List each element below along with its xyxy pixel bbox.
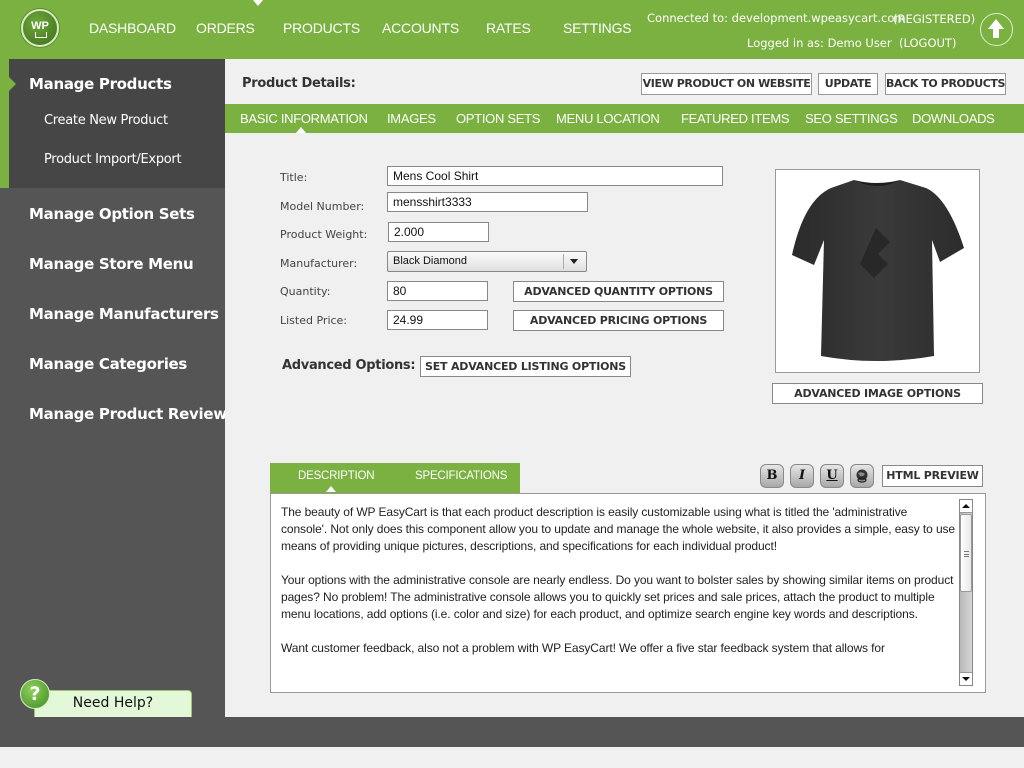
update-button[interactable]: UPDATE — [818, 73, 878, 95]
active-nav-indicator-icon — [253, 0, 263, 6]
back-to-products-button[interactable]: BACK TO PRODUCTS — [885, 73, 1006, 95]
nav-accounts[interactable]: ACCOUNTS — [382, 20, 459, 36]
editor-scrollbar[interactable] — [959, 499, 973, 686]
sidebar-item-manage-categories[interactable]: Manage Categories — [29, 355, 187, 373]
active-editor-tab-indicator-icon — [326, 486, 336, 492]
tab-featured-items[interactable]: FEATURED ITEMS — [681, 111, 790, 126]
set-advanced-listing-options-button[interactable]: SET ADVANCED LISTING OPTIONS — [420, 356, 631, 377]
footer-bar — [0, 717, 1024, 747]
product-weight-label: Product Weight: — [280, 228, 368, 241]
underline-button[interactable]: U — [820, 464, 844, 488]
tab-specifications[interactable]: SPECIFICATIONS — [415, 470, 507, 482]
sidebar-item-manage-option-sets[interactable]: Manage Option Sets — [29, 205, 195, 223]
product-image[interactable] — [775, 169, 980, 373]
model-number-input[interactable]: mensshirt3333 — [387, 192, 588, 212]
nav-dashboard[interactable]: DASHBOARD — [89, 20, 176, 36]
bold-button[interactable]: B — [760, 464, 784, 488]
question-mark-icon[interactable]: ? — [20, 679, 50, 709]
logo-text: WP — [31, 20, 49, 32]
description-paragraph: The beauty of WP EasyCart is that each p… — [281, 505, 955, 553]
nav-orders[interactable]: ORDERS — [196, 20, 255, 36]
product-weight-input[interactable]: 2.000 — [388, 222, 489, 242]
help-title: Need Help? — [72, 695, 154, 711]
scroll-up-arrow-icon[interactable] — [960, 500, 972, 513]
description-paragraph: Your options with the administrative con… — [281, 573, 954, 621]
top-bar: WP DASHBOARD ORDERS PRODUCTS ACCOUNTS RA… — [0, 0, 1024, 59]
sidebar-sub-product-import-export[interactable]: Product Import/Export — [44, 152, 182, 167]
page-title: Product Details: — [242, 76, 356, 91]
title-label: Title: — [280, 171, 308, 184]
scroll-to-top-button[interactable] — [980, 13, 1013, 46]
sidebar-item-manage-store-menu[interactable]: Manage Store Menu — [29, 255, 194, 273]
sidebar-sub-create-new-product[interactable]: Create New Product — [44, 113, 168, 128]
logout-link[interactable]: (LOGOUT) — [899, 36, 956, 50]
chevron-down-icon — [570, 259, 578, 264]
scroll-thumb[interactable] — [960, 514, 972, 592]
logged-in-user: Logged in as: Demo User — [747, 36, 892, 50]
wp-easycart-logo[interactable]: WP — [21, 9, 59, 47]
tshirt-image — [792, 180, 964, 361]
listed-price-input[interactable]: 24.99 — [387, 310, 488, 330]
manufacturer-selected-value: Black Diamond — [393, 255, 467, 267]
advanced-options-label: Advanced Options: — [282, 358, 416, 373]
registered-link[interactable]: (REGISTERED) — [893, 12, 975, 26]
advanced-pricing-options-button[interactable]: ADVANCED PRICING OPTIONS — [513, 310, 724, 331]
nav-rates[interactable]: RATES — [486, 20, 531, 36]
sidebar-item-manage-products[interactable]: Manage Products — [29, 75, 172, 93]
cart-icon — [35, 32, 47, 38]
product-tabs: BASIC INFORMATION IMAGES OPTION SETS MEN… — [225, 104, 1024, 133]
quantity-input[interactable]: 80 — [387, 281, 488, 301]
advanced-image-options-button[interactable]: ADVANCED IMAGE OPTIONS — [772, 383, 983, 404]
nav-settings[interactable]: SETTINGS — [563, 20, 632, 36]
active-pointer-icon — [9, 77, 16, 91]
tab-seo-settings[interactable]: SEO SETTINGS — [805, 111, 898, 126]
nav-products[interactable]: PRODUCTS — [283, 20, 360, 36]
quantity-label: Quantity: — [280, 285, 331, 298]
manufacturer-select[interactable]: Black Diamond — [387, 251, 587, 272]
advanced-quantity-options-button[interactable]: ADVANCED QUANTITY OPTIONS — [513, 281, 724, 302]
sidebar-item-manage-product-reviews[interactable]: Manage Product Reviews — [29, 405, 236, 423]
model-number-label: Model Number: — [280, 200, 365, 213]
globe-link-icon — [856, 469, 868, 483]
grip-icon — [964, 551, 969, 557]
description-text[interactable]: The beauty of WP EasyCart is that each p… — [281, 504, 956, 674]
connection-status: Connected to: development.wpeasycart.com — [647, 11, 906, 25]
tab-option-sets[interactable]: OPTION SETS — [456, 111, 540, 126]
tab-description[interactable]: DESCRIPTION — [298, 470, 375, 482]
editor-tabs: DESCRIPTION SPECIFICATIONS — [270, 463, 520, 493]
italic-button[interactable]: I — [790, 464, 814, 488]
tab-menu-location[interactable]: MENU LOCATION — [556, 111, 660, 126]
tab-downloads[interactable]: DOWNLOADS — [912, 111, 995, 126]
sidebar: Manage Products Create New Product Produ… — [0, 59, 236, 717]
html-preview-button[interactable]: HTML PREVIEW — [882, 465, 983, 487]
select-divider — [563, 254, 564, 269]
tab-basic-information[interactable]: BASIC INFORMATION — [240, 111, 368, 126]
description-editor[interactable]: The beauty of WP EasyCart is that each p… — [270, 493, 986, 693]
listed-price-label: Listed Price: — [280, 314, 348, 327]
active-tab-indicator-icon — [296, 127, 306, 133]
view-product-on-website-button[interactable]: VIEW PRODUCT ON WEBSITE — [641, 73, 812, 95]
tab-images[interactable]: IMAGES — [387, 111, 436, 126]
description-paragraph: Want customer feedback, also not a probl… — [281, 641, 885, 655]
title-input[interactable]: Mens Cool Shirt — [387, 166, 723, 186]
up-arrow-stem — [993, 28, 999, 38]
sidebar-item-manage-manufacturers[interactable]: Manage Manufacturers — [29, 305, 219, 323]
manufacturer-label: Manufacturer: — [280, 257, 358, 270]
insert-link-button[interactable] — [850, 464, 874, 488]
scroll-down-arrow-icon[interactable] — [960, 672, 972, 685]
